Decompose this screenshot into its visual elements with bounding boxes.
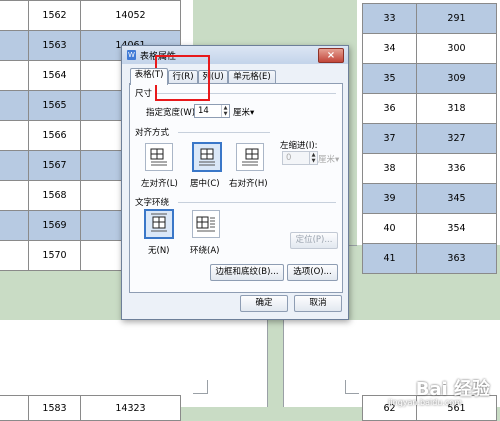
table-row: 38 336	[362, 153, 497, 184]
width-label: 指定宽度(W):	[146, 108, 198, 118]
options-button[interactable]: 选项(O)...	[287, 264, 338, 281]
row-number-cell: 40	[362, 213, 417, 244]
indent-label: 左缩进(I):	[280, 141, 318, 151]
ok-button[interactable]: 确定	[240, 295, 288, 312]
right-table: 33 291 34 300 35 309 36 318 37 327 38 336 39 345 40 354…	[362, 3, 497, 274]
row-number-cell: 37	[362, 123, 417, 154]
row-number-cell: 1563	[28, 30, 81, 61]
divider	[178, 132, 270, 133]
row-number-cell: 38	[362, 153, 417, 184]
wrap-none-icon[interactable]	[144, 209, 174, 239]
row-number-cell: 1564	[28, 60, 81, 91]
tab-panel-table: 尺寸 指定宽度(W): 14 ▲ ▼ 厘米▾ 对齐方式 左对齐(L) 居中(C) …	[129, 83, 343, 293]
row-blank-cell	[0, 30, 29, 61]
row-value-cell: 318	[416, 93, 497, 124]
table-row: 33 291	[362, 3, 497, 34]
align-center-icon[interactable]	[192, 142, 222, 172]
row-blank-cell	[0, 210, 29, 241]
row-value-cell: 363	[416, 243, 497, 274]
row-number-cell: 1567	[28, 150, 81, 181]
table-row: 40 354	[362, 213, 497, 244]
align-left-icon[interactable]	[145, 143, 173, 171]
row-blank-cell	[0, 150, 29, 181]
indent-value: 0	[286, 153, 292, 163]
row-number-cell: 1562	[28, 0, 81, 31]
corner-mark	[283, 320, 284, 407]
corner-mark	[267, 320, 268, 407]
wrap-none-label: 无(N)	[148, 246, 170, 256]
table-row: 1562 14052	[0, 0, 181, 31]
row-blank-cell	[0, 60, 29, 91]
table-row: 39 345	[362, 183, 497, 214]
row-blank-cell	[0, 120, 29, 151]
divider	[178, 202, 336, 203]
close-button[interactable]: ×	[318, 48, 344, 63]
indent-unit-select[interactable]: 厘米▾	[318, 153, 339, 165]
section-alignment-label: 对齐方式	[135, 128, 170, 138]
corner-mark	[345, 393, 359, 394]
width-value: 14	[198, 106, 209, 116]
row-number-cell: 1565	[28, 90, 81, 121]
row-number-cell: 34	[362, 33, 417, 64]
tab-cell[interactable]: 单元格(E)	[228, 70, 276, 84]
position-button[interactable]: 定位(P)...	[290, 232, 338, 249]
indent-spinbox[interactable]: 0 ▲ ▼	[282, 151, 318, 165]
row-number-cell: 1570	[28, 240, 81, 271]
row-number-cell: 1569	[28, 210, 81, 241]
row-number-cell: 39	[362, 183, 417, 214]
row-value-cell: 300	[416, 33, 497, 64]
width-unit-select[interactable]: 厘米▾	[233, 106, 254, 118]
cancel-button[interactable]: 取消	[294, 295, 342, 312]
wrap-around-icon[interactable]	[192, 210, 220, 238]
tab-table[interactable]: 表格(T)	[130, 68, 168, 85]
wrap-around-label: 环绕(A)	[190, 246, 220, 256]
row-number-cell: 1566	[28, 120, 81, 151]
corner-mark	[207, 380, 208, 394]
row-number-cell: 1568	[28, 180, 81, 211]
spin-arrows-icon[interactable]: ▲ ▼	[221, 105, 229, 117]
spin-arrows-icon[interactable]: ▲ ▼	[309, 152, 317, 164]
row-value-cell: 336	[416, 153, 497, 184]
align-right-label: 右对齐(H)	[229, 179, 268, 189]
row-value-cell: 309	[416, 63, 497, 94]
table-row: 36 318	[362, 93, 497, 124]
row-number-cell: 1583	[28, 395, 81, 421]
page-left-lower	[0, 320, 267, 407]
row-value-cell: 291	[416, 3, 497, 34]
row-value-cell: 327	[416, 123, 497, 154]
section-wrap-label: 文字环绕	[135, 198, 170, 208]
row-number-cell: 35	[362, 63, 417, 94]
wps-app-icon: W	[127, 50, 136, 60]
corner-mark	[345, 380, 346, 394]
row-value-cell: 14323	[80, 395, 181, 421]
row-value-cell: 345	[416, 183, 497, 214]
row-number-cell: 41	[362, 243, 417, 274]
borders-shading-button[interactable]: 边框和底纹(B)...	[210, 264, 284, 281]
row-value-cell: 14052	[80, 0, 181, 31]
left-table-bottom: 1583 14323	[0, 395, 181, 421]
row-blank-cell	[0, 180, 29, 211]
row-value-cell: 354	[416, 213, 497, 244]
align-right-icon[interactable]	[236, 143, 264, 171]
align-center-label: 居中(C)	[190, 179, 220, 189]
width-spinbox[interactable]: 14 ▲ ▼	[194, 104, 230, 118]
section-size-label: 尺寸	[135, 89, 153, 99]
baidu-watermark-url: jingyan.baidu.com	[388, 398, 462, 407]
row-blank-cell	[0, 90, 29, 121]
corner-mark	[193, 393, 207, 394]
row-number-cell: 33	[362, 3, 417, 34]
row-blank-cell	[0, 240, 29, 271]
row-blank-cell	[0, 0, 29, 31]
table-row: 41 363	[362, 243, 497, 274]
table-row: 34 300	[362, 33, 497, 64]
table-row: 35 309	[362, 63, 497, 94]
table-row: 37 327	[362, 123, 497, 154]
table-row: 1583 14323	[0, 395, 181, 421]
align-left-label: 左对齐(L)	[141, 179, 178, 189]
row-number-cell: 36	[362, 93, 417, 124]
